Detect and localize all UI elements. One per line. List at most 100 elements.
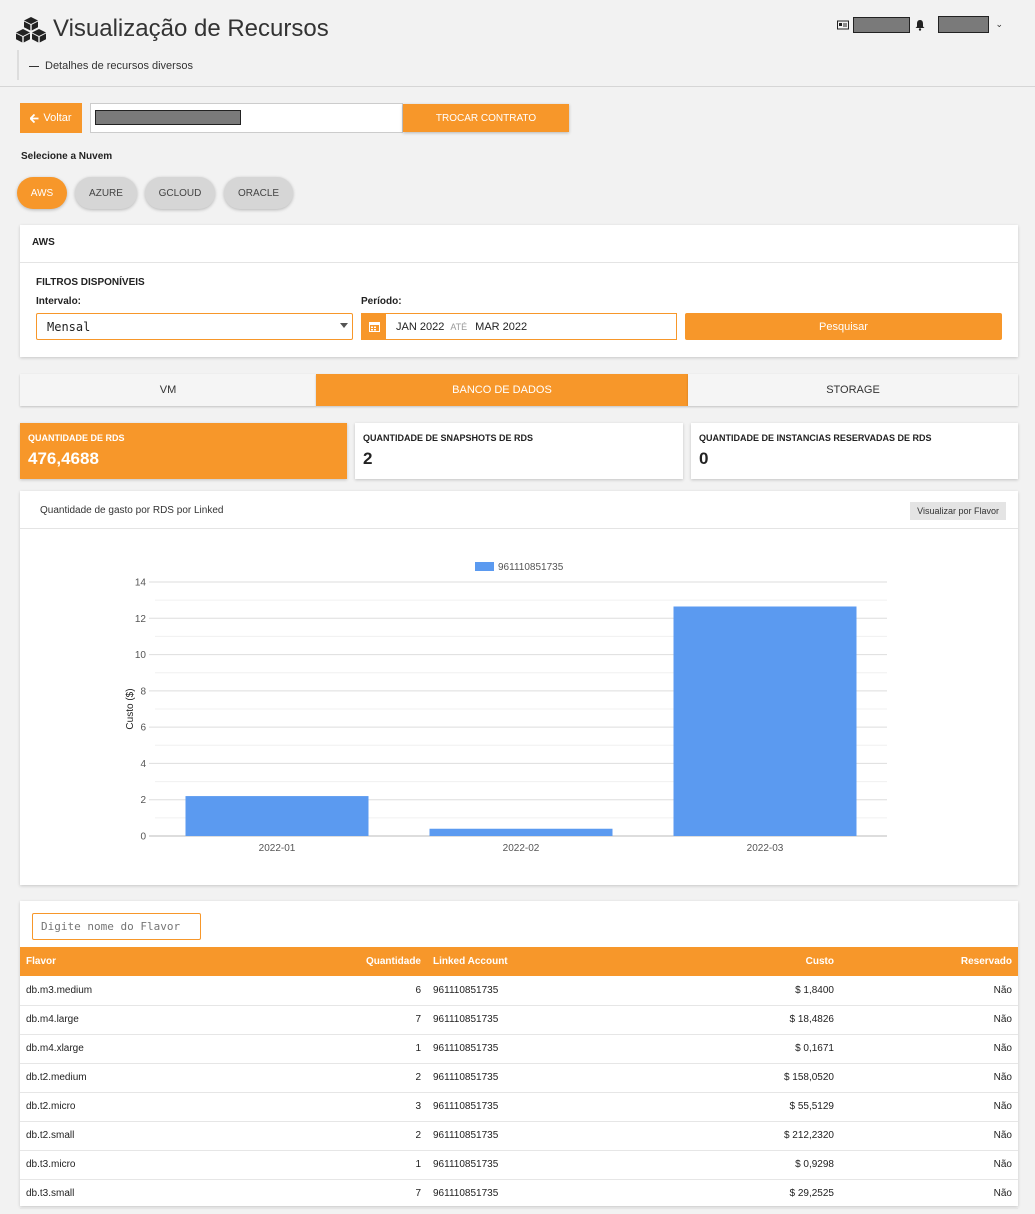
period-picker[interactable]: JAN 2022 ATÉ MAR 2022: [361, 313, 677, 340]
page-subtitle: Detalhes de recursos diversos: [29, 60, 193, 72]
flavor-search-input[interactable]: [32, 913, 201, 940]
cell-cost: $ 29,2525: [601, 1179, 840, 1209]
cell-quantity: 3: [160, 1092, 427, 1122]
redacted-account: [853, 16, 911, 33]
flavor-table: Flavor Quantidade Linked Account Custo R…: [20, 947, 1018, 1209]
table-row[interactable]: db.t3.micro 1 961110851735 $ 0,9298 Não: [20, 1150, 1018, 1180]
chevron-down-icon[interactable]: ⌄: [995, 19, 1003, 30]
table-row[interactable]: db.m4.xlarge 1 961110851735 $ 0,1671 Não: [20, 1034, 1018, 1064]
cell-reserved: Não: [840, 1092, 1018, 1122]
col-reserved[interactable]: Reservado: [840, 947, 1018, 976]
col-linked-account[interactable]: Linked Account: [427, 947, 601, 976]
col-flavor[interactable]: Flavor: [20, 947, 160, 976]
stat-rds-snapshots[interactable]: QUANTIDADE DE SNAPSHOTS DE RDS 2: [355, 423, 683, 479]
switch-contract-button[interactable]: TROCAR CONTRATO: [403, 104, 569, 132]
bell-icon[interactable]: [914, 19, 926, 31]
interval-label: Intervalo:: [36, 296, 82, 307]
chart-title: Quantidade de gasto por RDS por Linked: [40, 505, 224, 516]
cell-quantity: 1: [160, 1150, 427, 1180]
calendar-icon: [362, 314, 386, 339]
table-header-row: Flavor Quantidade Linked Account Custo R…: [20, 947, 1018, 976]
view-by-flavor-button[interactable]: Visualizar por Flavor: [910, 502, 1006, 520]
period-end[interactable]: MAR 2022: [475, 321, 527, 333]
table-row[interactable]: db.t2.micro 3 961110851735 $ 55,5129 Não: [20, 1092, 1018, 1122]
cell-quantity: 2: [160, 1121, 427, 1151]
cell-cost: $ 212,2320: [601, 1121, 840, 1151]
legend-swatch[interactable]: [475, 562, 494, 571]
cell-reserved: Não: [840, 1179, 1018, 1209]
y-tick-label: 12: [135, 614, 147, 625]
cell-reserved: Não: [840, 1063, 1018, 1093]
table-row[interactable]: db.t2.small 2 961110851735 $ 212,2320 Não: [20, 1121, 1018, 1151]
cell-flavor: db.t2.micro: [20, 1092, 160, 1122]
contract-field[interactable]: [90, 103, 403, 133]
cost-bar-chart: 0 2 4 6 8 10 12 14 Custo ($) 2022-01 2022-02 2022-0…: [125, 562, 887, 854]
stat-rds-reserved[interactable]: QUANTIDADE DE INSTANCIAS RESERVADAS DE R…: [691, 423, 1018, 479]
tab-storage[interactable]: STORAGE: [688, 374, 1018, 406]
col-cost[interactable]: Custo: [601, 947, 840, 976]
filter-card: AWS FILTROS DISPONÍVEIS Intervalo: Perío…: [20, 225, 1018, 357]
cloud-button-gcloud[interactable]: GCLOUD: [145, 177, 215, 209]
stat-label: QUANTIDADE DE RDS: [28, 433, 125, 443]
cell-flavor: db.m4.xlarge: [20, 1034, 160, 1064]
cell-linked-account: 961110851735: [427, 1092, 601, 1122]
cell-quantity: 1: [160, 1034, 427, 1064]
cubes-icon: [16, 17, 46, 43]
table-row[interactable]: db.m3.medium 6 961110851735 $ 1,8400 Não: [20, 976, 1018, 1006]
stat-rds-quantity[interactable]: QUANTIDADE DE RDS 476,4688: [20, 423, 347, 479]
x-tick-label: 2022-03: [747, 843, 784, 854]
bar-2022-03[interactable]: [673, 606, 857, 836]
cell-linked-account: 961110851735: [427, 1063, 601, 1093]
cell-linked-account: 961110851735: [427, 1034, 601, 1064]
legend-label[interactable]: 961110851735: [498, 562, 564, 573]
table-row[interactable]: db.t3.small 7 961110851735 $ 29,2525 Não: [20, 1179, 1018, 1209]
table-row[interactable]: db.t2.medium 2 961110851735 $ 158,0520 Não: [20, 1063, 1018, 1093]
col-quantity[interactable]: Quantidade: [160, 947, 427, 976]
chart-header: Quantidade de gasto por RDS por Linked V…: [20, 491, 1018, 529]
cloud-button-azure[interactable]: AZURE: [75, 177, 137, 209]
cell-linked-account: 961110851735: [427, 1150, 601, 1180]
cell-linked-account: 961110851735: [427, 976, 601, 1006]
back-label: Voltar: [43, 112, 72, 124]
cell-cost: $ 0,9298: [601, 1150, 840, 1180]
cell-cost: $ 18,4826: [601, 1005, 840, 1035]
redacted-user[interactable]: [938, 16, 990, 33]
id-card-icon[interactable]: [837, 19, 850, 31]
cloud-button-oracle[interactable]: ORACLE: [224, 177, 293, 209]
flavor-table-card: Flavor Quantidade Linked Account Custo R…: [20, 901, 1018, 1209]
cell-cost: $ 0,1671: [601, 1034, 840, 1064]
interval-value: Mensal: [47, 320, 91, 334]
page-title: Visualização de Recursos: [53, 15, 329, 42]
user-area: ⌄: [837, 16, 1003, 33]
cell-reserved: Não: [840, 1005, 1018, 1035]
subtitle-text: Detalhes de recursos diversos: [45, 60, 193, 72]
bar-2022-02[interactable]: [429, 828, 613, 836]
table-row[interactable]: db.m4.large 7 961110851735 $ 18,4826 Não: [20, 1005, 1018, 1035]
cell-flavor: db.m4.large: [20, 1005, 160, 1035]
cloud-button-aws[interactable]: AWS: [17, 177, 67, 209]
cell-linked-account: 961110851735: [427, 1179, 601, 1209]
cell-quantity: 7: [160, 1179, 427, 1209]
search-button[interactable]: Pesquisar: [685, 313, 1002, 340]
redacted-contract: [95, 110, 241, 125]
y-tick-label: 6: [140, 723, 146, 734]
interval-select[interactable]: Mensal: [36, 313, 353, 340]
tab-database[interactable]: BANCO DE DADOS: [316, 374, 688, 406]
period-separator: ATÉ: [450, 321, 468, 332]
cell-reserved: Não: [840, 976, 1018, 1006]
x-tick-label: 2022-01: [259, 843, 296, 854]
back-button[interactable]: Voltar: [20, 103, 82, 133]
stat-value: 2: [363, 449, 373, 468]
filters-heading: FILTROS DISPONÍVEIS: [36, 277, 145, 288]
bar-2022-01[interactable]: [185, 796, 369, 836]
cell-quantity: 2: [160, 1063, 427, 1093]
period-start[interactable]: JAN 2022: [396, 321, 444, 333]
period-label: Período:: [361, 296, 402, 307]
cell-reserved: Não: [840, 1150, 1018, 1180]
tab-vm[interactable]: VM: [20, 374, 316, 406]
filter-card-title: AWS: [20, 225, 1018, 263]
y-tick-label: 2: [140, 795, 146, 806]
y-tick-label: 8: [140, 686, 146, 697]
cell-cost: $ 1,8400: [601, 976, 840, 1006]
cell-flavor: db.t3.small: [20, 1179, 160, 1209]
